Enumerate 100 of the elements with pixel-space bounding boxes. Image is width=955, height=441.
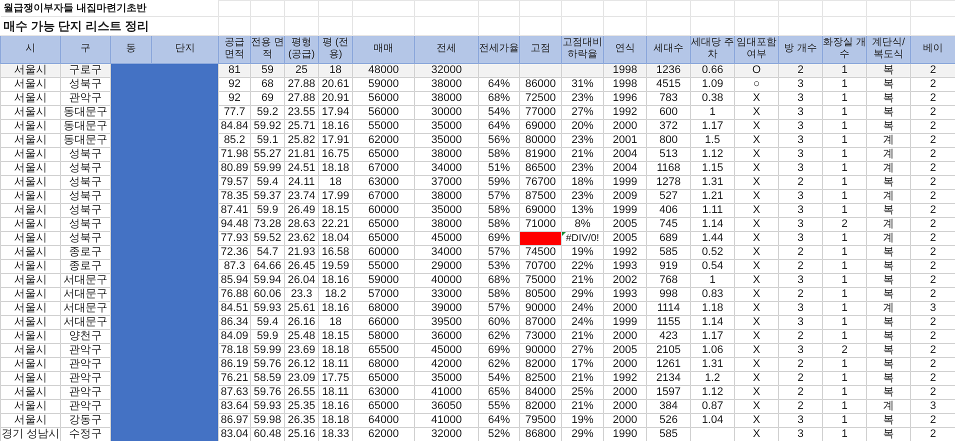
column-header: 전용 면적 <box>250 35 285 63</box>
table-cell: 38000 <box>414 77 479 91</box>
column-header: 단지 <box>152 35 219 63</box>
table-cell: 복 <box>866 287 911 301</box>
table-cell: 38000 <box>414 189 479 203</box>
table-cell: 서대문구 <box>60 273 110 287</box>
table-cell: 2 <box>822 217 867 231</box>
table-cell: 복 <box>866 119 911 133</box>
table-cell: 55% <box>478 399 520 413</box>
table-cell: 서울시 <box>0 413 60 427</box>
table-cell: 40000 <box>414 273 479 287</box>
table-cell: 2134 <box>646 371 691 385</box>
table-cell: 26.35 <box>284 413 319 427</box>
table-cell: 서울시 <box>0 371 60 385</box>
table-cell: 1 <box>822 371 867 385</box>
table-cell: 526 <box>646 413 691 427</box>
table-cell: X <box>734 91 779 105</box>
table-cell: 18.15 <box>318 329 353 343</box>
table-cell: 1114 <box>646 301 691 315</box>
table-cell: 1999 <box>604 175 647 189</box>
table-cell: 0.83 <box>690 287 735 301</box>
table-cell: 55000 <box>352 119 415 133</box>
table-cell: 2 <box>910 329 955 343</box>
table-cell: 3 <box>778 161 823 175</box>
table-cell: 2 <box>778 259 823 273</box>
table-cell: 성북구 <box>60 231 110 245</box>
table-cell: 59.93 <box>250 399 285 413</box>
table-cell: 계 <box>866 231 911 245</box>
table-cell: 59.1 <box>250 133 285 147</box>
table-cell: 41000 <box>414 385 479 399</box>
table-cell: 17.91 <box>318 133 353 147</box>
table-cell: 783 <box>646 91 691 105</box>
table-cell: 2 <box>910 413 955 427</box>
table-cell: 1992 <box>604 105 647 119</box>
table-cell: 86500 <box>520 161 562 175</box>
table-cell: 2000 <box>604 301 647 315</box>
table-cell: 2 <box>822 343 867 357</box>
table-cell: 8% <box>562 217 604 231</box>
table-cell: 서울시 <box>0 315 60 329</box>
table-cell: 1 <box>822 105 867 119</box>
table-cell: 서울시 <box>0 217 60 231</box>
table-cell: 3 <box>778 427 823 441</box>
table-cell: 73000 <box>520 329 562 343</box>
table-cell: 복 <box>866 77 911 91</box>
column-header: 고점대비 하락율 <box>562 35 604 63</box>
table-cell: 서울시 <box>0 175 60 189</box>
table-cell: 84.84 <box>218 119 251 133</box>
table-cell: 2 <box>910 385 955 399</box>
column-header: 공급 면적 <box>218 35 251 63</box>
table-cell: X <box>734 105 779 119</box>
table-cell: 21% <box>562 371 604 385</box>
table-cell: 2 <box>910 119 955 133</box>
table-cell: 복 <box>866 329 911 343</box>
table-cell: 59000 <box>352 273 415 287</box>
table-cell: 26.45 <box>284 259 319 273</box>
table-cell: 0.87 <box>690 399 735 413</box>
table-cell: 35000 <box>414 119 479 133</box>
table-cell: X <box>734 357 779 371</box>
table-cell: 1.18 <box>690 301 735 315</box>
table-cell: 62000 <box>352 427 415 441</box>
table-cell: 60000 <box>352 203 415 217</box>
table-cell: 48000 <box>352 63 415 77</box>
table-cell: 1155 <box>646 315 691 329</box>
table-cell: 34000 <box>414 245 479 259</box>
table-cell: 경기 성남시 <box>0 427 60 441</box>
table-cell: 23.09 <box>284 371 319 385</box>
table-cell: 689 <box>646 231 691 245</box>
table-cell: 1 <box>822 119 867 133</box>
table-cell: 18 <box>318 175 353 189</box>
table-cell: 18% <box>562 175 604 189</box>
table-cell: X <box>734 385 779 399</box>
table-cell: 76.21 <box>218 371 251 385</box>
table-cell: 69000 <box>520 119 562 133</box>
table-cell: 77.93 <box>218 231 251 245</box>
table-cell: 919 <box>646 259 691 273</box>
table-cell: 25.35 <box>284 399 319 413</box>
table-cell: 58000 <box>352 329 415 343</box>
table-cell: 26.49 <box>284 203 319 217</box>
table-cell: 서울시 <box>0 133 60 147</box>
table-cell: 75000 <box>520 273 562 287</box>
table-cell: 77000 <box>520 105 562 119</box>
table-cell: 76700 <box>520 175 562 189</box>
table-cell: 23.74 <box>284 189 319 203</box>
table-cell: 94.48 <box>218 217 251 231</box>
table-cell: 77.7 <box>218 105 251 119</box>
table-cell: 21% <box>562 273 604 287</box>
table-cell: 2 <box>910 217 955 231</box>
table-cell: 86.19 <box>218 357 251 371</box>
sheet-title: 월급쟁이부자들 내집마련기초반 <box>0 0 219 16</box>
table-cell: 59.4 <box>250 315 285 329</box>
table-cell: 1.14 <box>690 217 735 231</box>
table-cell: 2 <box>910 189 955 203</box>
table-cell: 3 <box>778 413 823 427</box>
warning-triangle-icon[interactable] <box>562 232 566 236</box>
table-cell: 25.82 <box>284 133 319 147</box>
table-cell: 59.9 <box>250 329 285 343</box>
table-cell: 59.76 <box>250 385 285 399</box>
table-cell: 1261 <box>646 357 691 371</box>
table-cell: 1.17 <box>690 119 735 133</box>
table-cell: 59.37 <box>250 189 285 203</box>
